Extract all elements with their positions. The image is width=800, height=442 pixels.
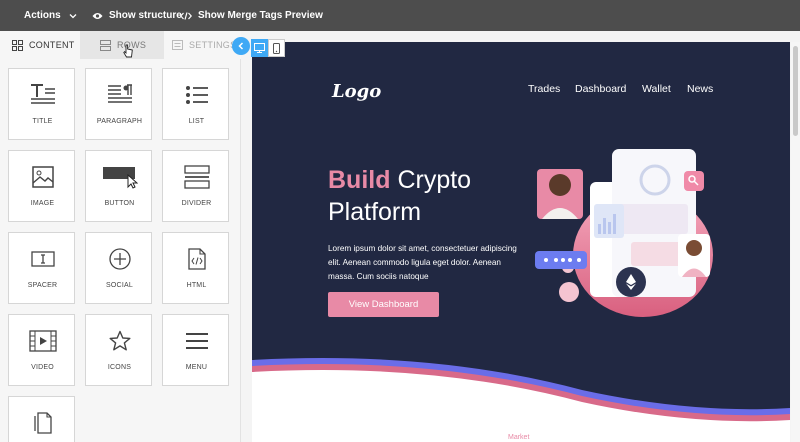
tab-rows[interactable]: ROWS: [80, 31, 164, 59]
mobile-view-button[interactable]: [268, 39, 285, 57]
title-icon: [30, 84, 55, 104]
file-icon: [33, 412, 52, 434]
chevron-left-icon: [238, 42, 244, 50]
hero-body-text: Lorem ipsum dolor sit amet, consectetuer…: [328, 244, 517, 281]
nav-link-dashboard[interactable]: Dashboard: [575, 83, 626, 95]
block-video[interactable]: VIDEO: [8, 314, 75, 386]
nav-link-wallet[interactable]: Wallet: [642, 83, 671, 95]
tab-settings[interactable]: SETTINGS: [172, 31, 236, 59]
tab-content[interactable]: CONTENT: [12, 31, 75, 59]
merge-tags-label: Show Merge Tags Preview: [198, 10, 323, 21]
grid-icon: [12, 39, 23, 51]
desktop-view-button[interactable]: [251, 39, 268, 57]
mouse-cursor-icon: [123, 44, 133, 58]
headline-line2: Platform: [328, 198, 422, 226]
show-structure-label: Show structure: [109, 10, 182, 21]
actions-label: Actions: [24, 10, 61, 21]
code-icon: [180, 11, 192, 20]
view-dashboard-button[interactable]: View Dashboard: [328, 292, 439, 317]
block-label: PARAGRAPH: [96, 118, 143, 125]
eye-icon: [92, 12, 103, 19]
block-paragraph[interactable]: PARAGRAPH: [85, 68, 152, 140]
block-label: VIDEO: [31, 364, 54, 371]
divider-icon: [183, 165, 210, 189]
star-icon: [109, 330, 130, 351]
video-icon: [28, 330, 57, 352]
scrollbar-thumb[interactable]: [793, 46, 798, 136]
content-panel: CONTENT ROWS SETTINGS TITLE PARAGRAPH LI…: [0, 31, 241, 442]
mobile-icon: [273, 42, 280, 54]
image-icon: [31, 166, 54, 188]
headline-rest: Crypto: [390, 166, 472, 194]
block-icons[interactable]: ICONS: [85, 314, 152, 386]
tab-settings-label: SETTINGS: [189, 40, 237, 50]
rows-icon: [100, 39, 111, 51]
logo: Logo: [332, 81, 382, 102]
spacer-icon: [30, 251, 55, 267]
next-section-label: Market: [508, 434, 530, 441]
block-html[interactable]: HTML: [162, 232, 229, 304]
email-preview-canvas[interactable]: Logo Trades Dashboard Wallet News Build …: [252, 42, 790, 442]
canvas-scrollbar[interactable]: [791, 42, 800, 442]
block-list[interactable]: LIST: [162, 68, 229, 140]
block-label: SOCIAL: [106, 282, 133, 289]
block-title[interactable]: TITLE: [8, 68, 75, 140]
menu-icon: [185, 333, 208, 349]
block-image[interactable]: IMAGE: [8, 150, 75, 222]
html-icon: [187, 248, 206, 270]
block-label: DIVIDER: [181, 200, 212, 207]
paragraph-icon: [107, 84, 132, 103]
block-social[interactable]: SOCIAL: [85, 232, 152, 304]
block-label: HTML: [186, 282, 207, 289]
collapse-panel-button[interactable]: [232, 37, 250, 55]
show-structure-button[interactable]: Show structure: [92, 0, 182, 31]
nav-link-trades[interactable]: Trades: [528, 83, 560, 95]
headline-accent: Build: [328, 166, 391, 194]
desktop-icon: [254, 43, 265, 53]
block-label: BUTTON: [104, 200, 135, 207]
crypto-dashboard-illustration: [535, 149, 713, 317]
block-label: ICONS: [107, 364, 132, 371]
panel-tabs: CONTENT ROWS SETTINGS: [0, 31, 241, 59]
device-preview-toggle: [251, 39, 285, 57]
top-toolbar: Actions Show structure Show Merge Tags P…: [0, 0, 800, 31]
list-icon: [185, 86, 208, 104]
hero-section[interactable]: Logo Trades Dashboard Wallet News Build …: [252, 42, 790, 442]
social-icon: [108, 248, 131, 270]
block-label: SPACER: [27, 282, 58, 289]
nav-link-news[interactable]: News: [687, 83, 713, 95]
block-label: MENU: [185, 364, 208, 371]
chevron-down-icon: [69, 13, 77, 18]
block-spacer[interactable]: SPACER: [8, 232, 75, 304]
block-divider[interactable]: DIVIDER: [162, 150, 229, 222]
block-button[interactable]: BUTTON: [85, 150, 152, 222]
hero-headline: Build Crypto Platform: [328, 164, 471, 228]
block-label: IMAGE: [30, 200, 55, 207]
block-label: TITLE: [32, 118, 53, 125]
actions-menu[interactable]: Actions: [24, 0, 83, 31]
tab-content-label: CONTENT: [29, 40, 75, 50]
button-icon: [102, 167, 138, 189]
block-file[interactable]: [8, 396, 75, 442]
settings-icon: [172, 40, 183, 50]
block-label: LIST: [188, 118, 205, 125]
hero-wave-decoration: [252, 358, 790, 442]
block-menu[interactable]: MENU: [162, 314, 229, 386]
merge-tags-preview-button[interactable]: Show Merge Tags Preview: [180, 0, 323, 31]
